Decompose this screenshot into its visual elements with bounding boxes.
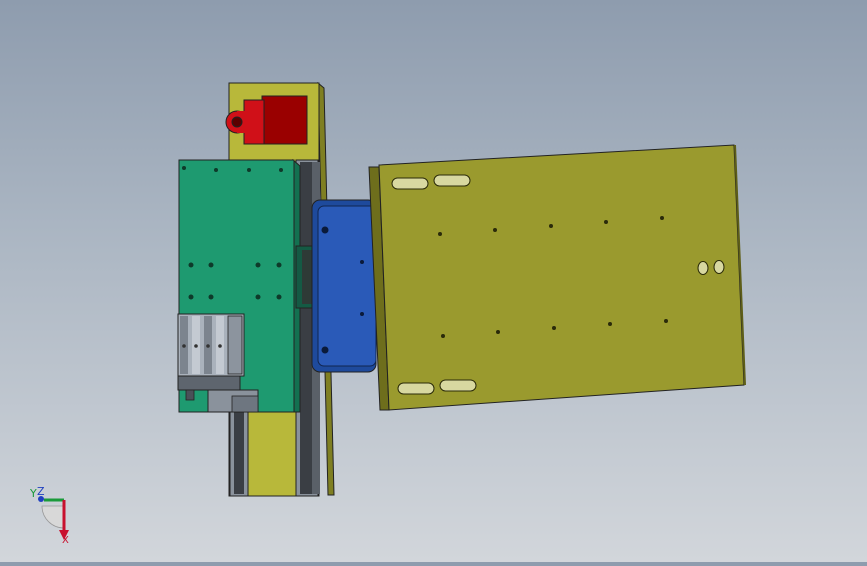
- cad-viewport[interactable]: Y Z X: [0, 0, 867, 562]
- blue-motor-mount[interactable]: [311, 199, 377, 373]
- triad-y-label: Y: [29, 487, 37, 500]
- triad-x-label: X: [62, 535, 69, 546]
- linear-rail-left: [229, 409, 249, 497]
- clamp-bolt-hole: [231, 116, 243, 128]
- orientation-triad: Y Z X: [29, 485, 69, 546]
- base-plate[interactable]: [368, 144, 746, 411]
- triad-plane: [41, 505, 65, 529]
- assembly-drawing: Y Z X: [29, 81, 746, 546]
- triad-z-label: Z: [37, 485, 45, 498]
